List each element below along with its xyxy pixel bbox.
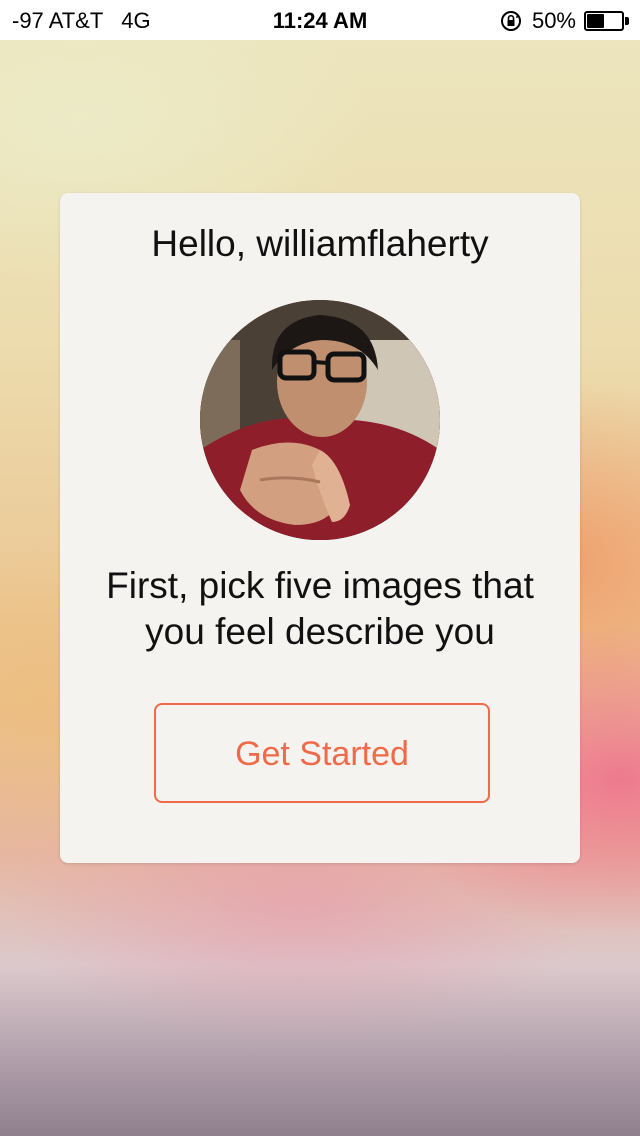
- rotation-lock-icon: [500, 11, 521, 31]
- status-bar: -97 AT&T 4G 11:24 AM 50%: [0, 0, 640, 40]
- battery-icon: [584, 11, 630, 31]
- status-right: 50%: [500, 8, 630, 34]
- instruction-text: First, pick five images that you feel de…: [80, 563, 560, 655]
- battery-level-fill: [587, 14, 604, 28]
- get-started-button[interactable]: Get Started: [154, 703, 490, 803]
- avatar: [200, 300, 440, 540]
- greeting-title: Hello, williamflaherty: [151, 223, 489, 264]
- instruction-line-1: First, pick five images that: [106, 565, 534, 606]
- welcome-card: Hello, williamflaherty First, pick five …: [60, 193, 580, 863]
- instruction-line-2: you feel describe you: [145, 611, 495, 652]
- battery-percentage: 50%: [531, 8, 576, 33]
